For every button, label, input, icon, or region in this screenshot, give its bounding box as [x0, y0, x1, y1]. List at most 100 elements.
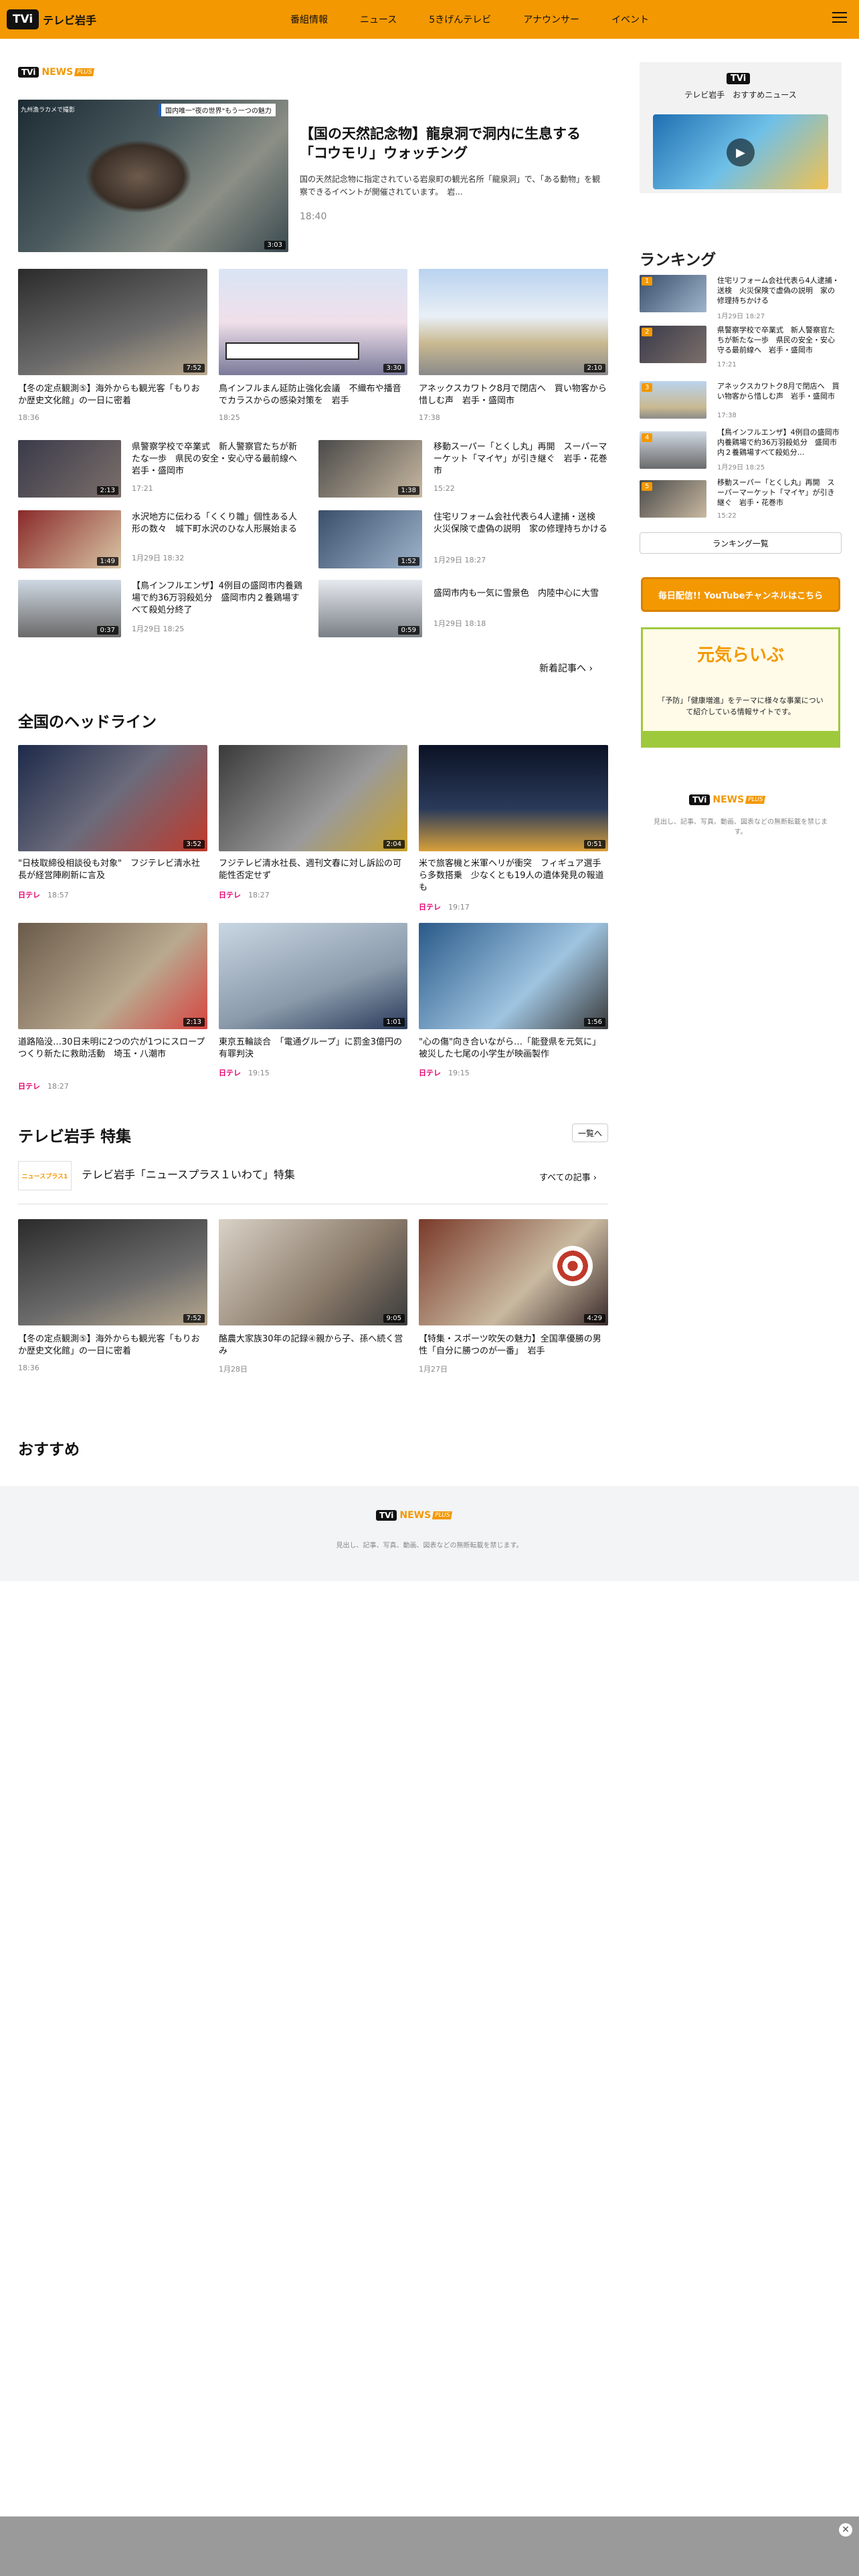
video-duration: 1:38	[397, 486, 419, 495]
news-thumbnail[interactable]: 0:51	[419, 745, 608, 851]
feature-item-title[interactable]: 【特集・スポーツ吹矢の魅力】全国準優勝の男性「自分に勝つのが一番」 岩手	[419, 1333, 608, 1358]
ranking-list-button[interactable]: ランキング一覧	[640, 532, 842, 554]
ranking-item-time: 15:22	[717, 512, 737, 520]
news-title[interactable]: "心の傷"向き合いながら…「能登県を元気に」被災した七尾の小学生が映画製作	[419, 1037, 608, 1061]
source-ntv: 日テレ	[18, 891, 40, 899]
news-time: 18:25	[219, 413, 240, 422]
ranking-item-title[interactable]: 住宅リフォーム会社代表ら4人逮捕・送検 火災保険で虚偽の説明 家の修理持ちかける	[717, 276, 842, 306]
promo-video[interactable]: ▶	[653, 114, 828, 189]
news-title[interactable]: 移動スーパー「とくし丸」再開 スーパーマーケット「マイヤ」が引き継ぐ 岩手・花巻…	[434, 441, 608, 477]
news-thumbnail[interactable]: 7:52	[18, 269, 207, 375]
news-source-time: 日テレ 18:27	[219, 889, 270, 900]
nav-5kigen[interactable]: 5きげんテレビ	[429, 13, 491, 26]
news-thumbnail[interactable]: 1:52	[318, 510, 422, 568]
news-time: 1月29日 18:27	[434, 556, 486, 564]
hero-thumbnail[interactable]: 九州漁ラカメで撮影 国内唯一"夜の世界"もう一つの魅力 3:03	[18, 100, 288, 252]
nav-announcer[interactable]: アナウンサー	[523, 13, 579, 26]
source-ntv: 日テレ	[219, 891, 241, 899]
promo-title: テレビ岩手 おすすめニュース	[684, 90, 797, 100]
news-thumbnail[interactable]: 3:30	[219, 269, 407, 375]
news-thumbnail[interactable]: 2:10	[419, 269, 608, 375]
rank-badge: 5	[642, 482, 653, 491]
brand-news: NEWS	[712, 794, 745, 805]
news-plus-logo[interactable]: TVi NEWS PLUS	[18, 67, 95, 78]
video-duration: 3:52	[183, 840, 205, 849]
ranking-item-time: 17:38	[717, 412, 737, 419]
video-duration: 2:13	[96, 486, 118, 495]
youtube-banner[interactable]: 毎日配信!! YouTubeチャンネルはこちら	[641, 577, 840, 612]
news-thumbnail[interactable]: 0:59	[318, 580, 422, 637]
news-source-time: 日テレ 18:57	[18, 889, 69, 900]
news-title[interactable]: 県警察学校で卒業式 新人警察官たちが新たな一歩 県民の安全・安心守る最前線へ 岩…	[132, 441, 306, 477]
news-time: 18:36	[18, 413, 39, 422]
menu-icon[interactable]	[832, 12, 847, 24]
news-thumbnail[interactable]: 0:37	[18, 580, 121, 637]
brand-tvi: TVi	[18, 67, 39, 78]
source-ntv: 日テレ	[18, 1082, 40, 1091]
video-duration: 9:05	[383, 1314, 405, 1323]
promo-logo: TVi	[727, 73, 751, 84]
nav-programs[interactable]: 番組情報	[290, 13, 328, 26]
genki-live-banner[interactable]: 元気らいぶ 「予防」「健康増進」をテーマに様々な事業について紹介している情報サイ…	[641, 627, 840, 748]
news-thumbnail[interactable]: 1:01	[219, 923, 407, 1029]
news-title[interactable]: "日枝取締役相談役も対象" フジテレビ清水社長が経営陣刷新に言及	[18, 858, 207, 882]
news-time: 19:15	[448, 1069, 470, 1077]
news-title[interactable]: 道路陥没…30日未明に2つの穴が1つにスロープつくり新たに救助活動 埼玉・八潮市	[18, 1037, 207, 1061]
nav-news[interactable]: ニュース	[360, 13, 397, 26]
news-title[interactable]: 盛岡市内も一気に雪景色 内陸中心に大雪	[434, 588, 608, 600]
news-thumbnail[interactable]: 1:49	[18, 510, 121, 568]
news-thumbnail[interactable]: 2:13	[18, 923, 207, 1029]
news-title[interactable]: 【鳥インフルエンザ】4例目の盛岡市内養鶏場で約36万羽殺処分 盛岡市内２養鶏場す…	[132, 580, 304, 617]
feature-thumbnail[interactable]: 7:52	[18, 1219, 207, 1325]
news-time: 17:21	[132, 484, 153, 493]
news-title[interactable]: 鳥インフルまん延防止強化会議 不織布や播音でカラスからの感染対策を 岩手	[219, 383, 407, 407]
news-thumbnail[interactable]: 2:04	[219, 745, 407, 851]
feature-thumbnail[interactable]: 4:29	[419, 1219, 608, 1325]
ranking-thumbnail[interactable]: 2	[640, 326, 706, 363]
main-nav: 番組情報 ニュース 5きげんテレビ アナウンサー イベント	[290, 0, 681, 39]
feature-title: テレビ岩手 特集	[18, 1128, 132, 1146]
news-thumbnail[interactable]: 1:56	[419, 923, 608, 1029]
recommend-title: おすすめ	[18, 1441, 80, 1459]
news-thumbnail[interactable]: 3:52	[18, 745, 207, 851]
program-logo[interactable]: ニュースプラス1	[18, 1161, 72, 1190]
ranking-thumbnail[interactable]: 4	[640, 431, 706, 469]
hero-caption-small: 九州漁ラカメで撮影	[21, 107, 76, 114]
hero-title[interactable]: 【国の天然記念物】龍泉洞で洞内に生息する「コウモリ」ウォッチング	[300, 124, 607, 163]
ranking-thumbnail[interactable]: 5	[640, 480, 706, 518]
ranking-item-title[interactable]: 【鳥インフルエンザ】4例目の盛岡市内養鶏場で約36万羽殺処分 盛岡市内２養鶏場す…	[717, 427, 842, 457]
feature-item-title[interactable]: 酪農大家族30年の記録④親から子、孫へ続く営み	[219, 1333, 407, 1358]
program-title[interactable]: テレビ岩手「ニュースプラス１いわて」特集	[82, 1169, 295, 1181]
close-icon[interactable]: ✕	[839, 2523, 852, 2537]
news-title[interactable]: アネックスカワトク8月で閉店へ 買い物客から惜しむ声 岩手・盛岡市	[419, 383, 608, 407]
ranking-item-time: 1月29日 18:25	[717, 464, 765, 471]
news-title[interactable]: 水沢地方に伝わる「くくり雛」個性ある人形の数々 城下町水沢のひな人形展始まる	[132, 512, 304, 536]
news-thumbnail[interactable]: 2:13	[18, 440, 121, 498]
promo-box[interactable]: TVi テレビ岩手 おすすめニュース ▶	[640, 62, 842, 193]
news-title[interactable]: 【冬の定点観測⑤】海外からも観光客「もりおか歴史文化館」の一日に密着	[18, 383, 207, 407]
site-logo[interactable]: TVi テレビ岩手	[7, 9, 96, 29]
news-time: 15:22	[434, 484, 455, 493]
national-title: 全国のヘッドライン	[18, 714, 157, 731]
feature-thumbnail[interactable]: 9:05	[219, 1219, 407, 1325]
news-title[interactable]: フジテレビ清水社長、週刊文春に対し訴訟の可能性否定せず	[219, 858, 407, 882]
feature-list-button[interactable]: 一覧へ	[572, 1123, 608, 1142]
ranking-item-title[interactable]: 県警察学校で卒業式 新人警察官たちが新たな一歩 県民の安全・安心守る最前線へ 岩…	[717, 325, 842, 355]
all-articles-link[interactable]: すべての記事 ›	[539, 1170, 597, 1183]
ranking-thumbnail[interactable]: 1	[640, 275, 706, 312]
ranking-item-title[interactable]: 移動スーパー「とくし丸」再開 スーパーマーケット「マイヤ」が引き継ぐ 岩手・花巻…	[717, 477, 842, 508]
footer-news-plus-logo[interactable]: TVi NEWS PLUS	[376, 1510, 453, 1521]
ranking-thumbnail[interactable]: 3	[640, 381, 706, 419]
news-thumbnail[interactable]: 1:38	[318, 440, 422, 498]
news-time: 19:17	[448, 903, 470, 911]
news-time: 1月29日 18:25	[132, 625, 185, 633]
ranking-item-title[interactable]: アネックスカワトク8月で閉店へ 買い物客から惜しむ声 岩手・盛岡市	[717, 381, 842, 401]
news-title[interactable]: 東京五輪談合 「電通グループ」に罰金3億円の有罪判決	[219, 1037, 407, 1061]
news-title[interactable]: 米で旅客機と米軍ヘリが衝突 フィギュア選手ら多数搭乗 少なくとも19人の遺体発見…	[419, 858, 608, 894]
more-news-link[interactable]: 新着記事へ ›	[539, 661, 593, 675]
video-duration: 1:01	[383, 1018, 405, 1027]
news-title[interactable]: 住宅リフォーム会社代表ら4人逮捕・送検 火災保険で虚偽の説明 家の修理持ちかける	[434, 512, 608, 536]
feature-item-title[interactable]: 【冬の定点観測⑤】海外からも観光客「もりおか歴史文化館」の一日に密着	[18, 1333, 207, 1358]
nav-event[interactable]: イベント	[611, 13, 649, 26]
sidebar-news-plus-logo[interactable]: TVi NEWS PLUS	[689, 794, 766, 805]
